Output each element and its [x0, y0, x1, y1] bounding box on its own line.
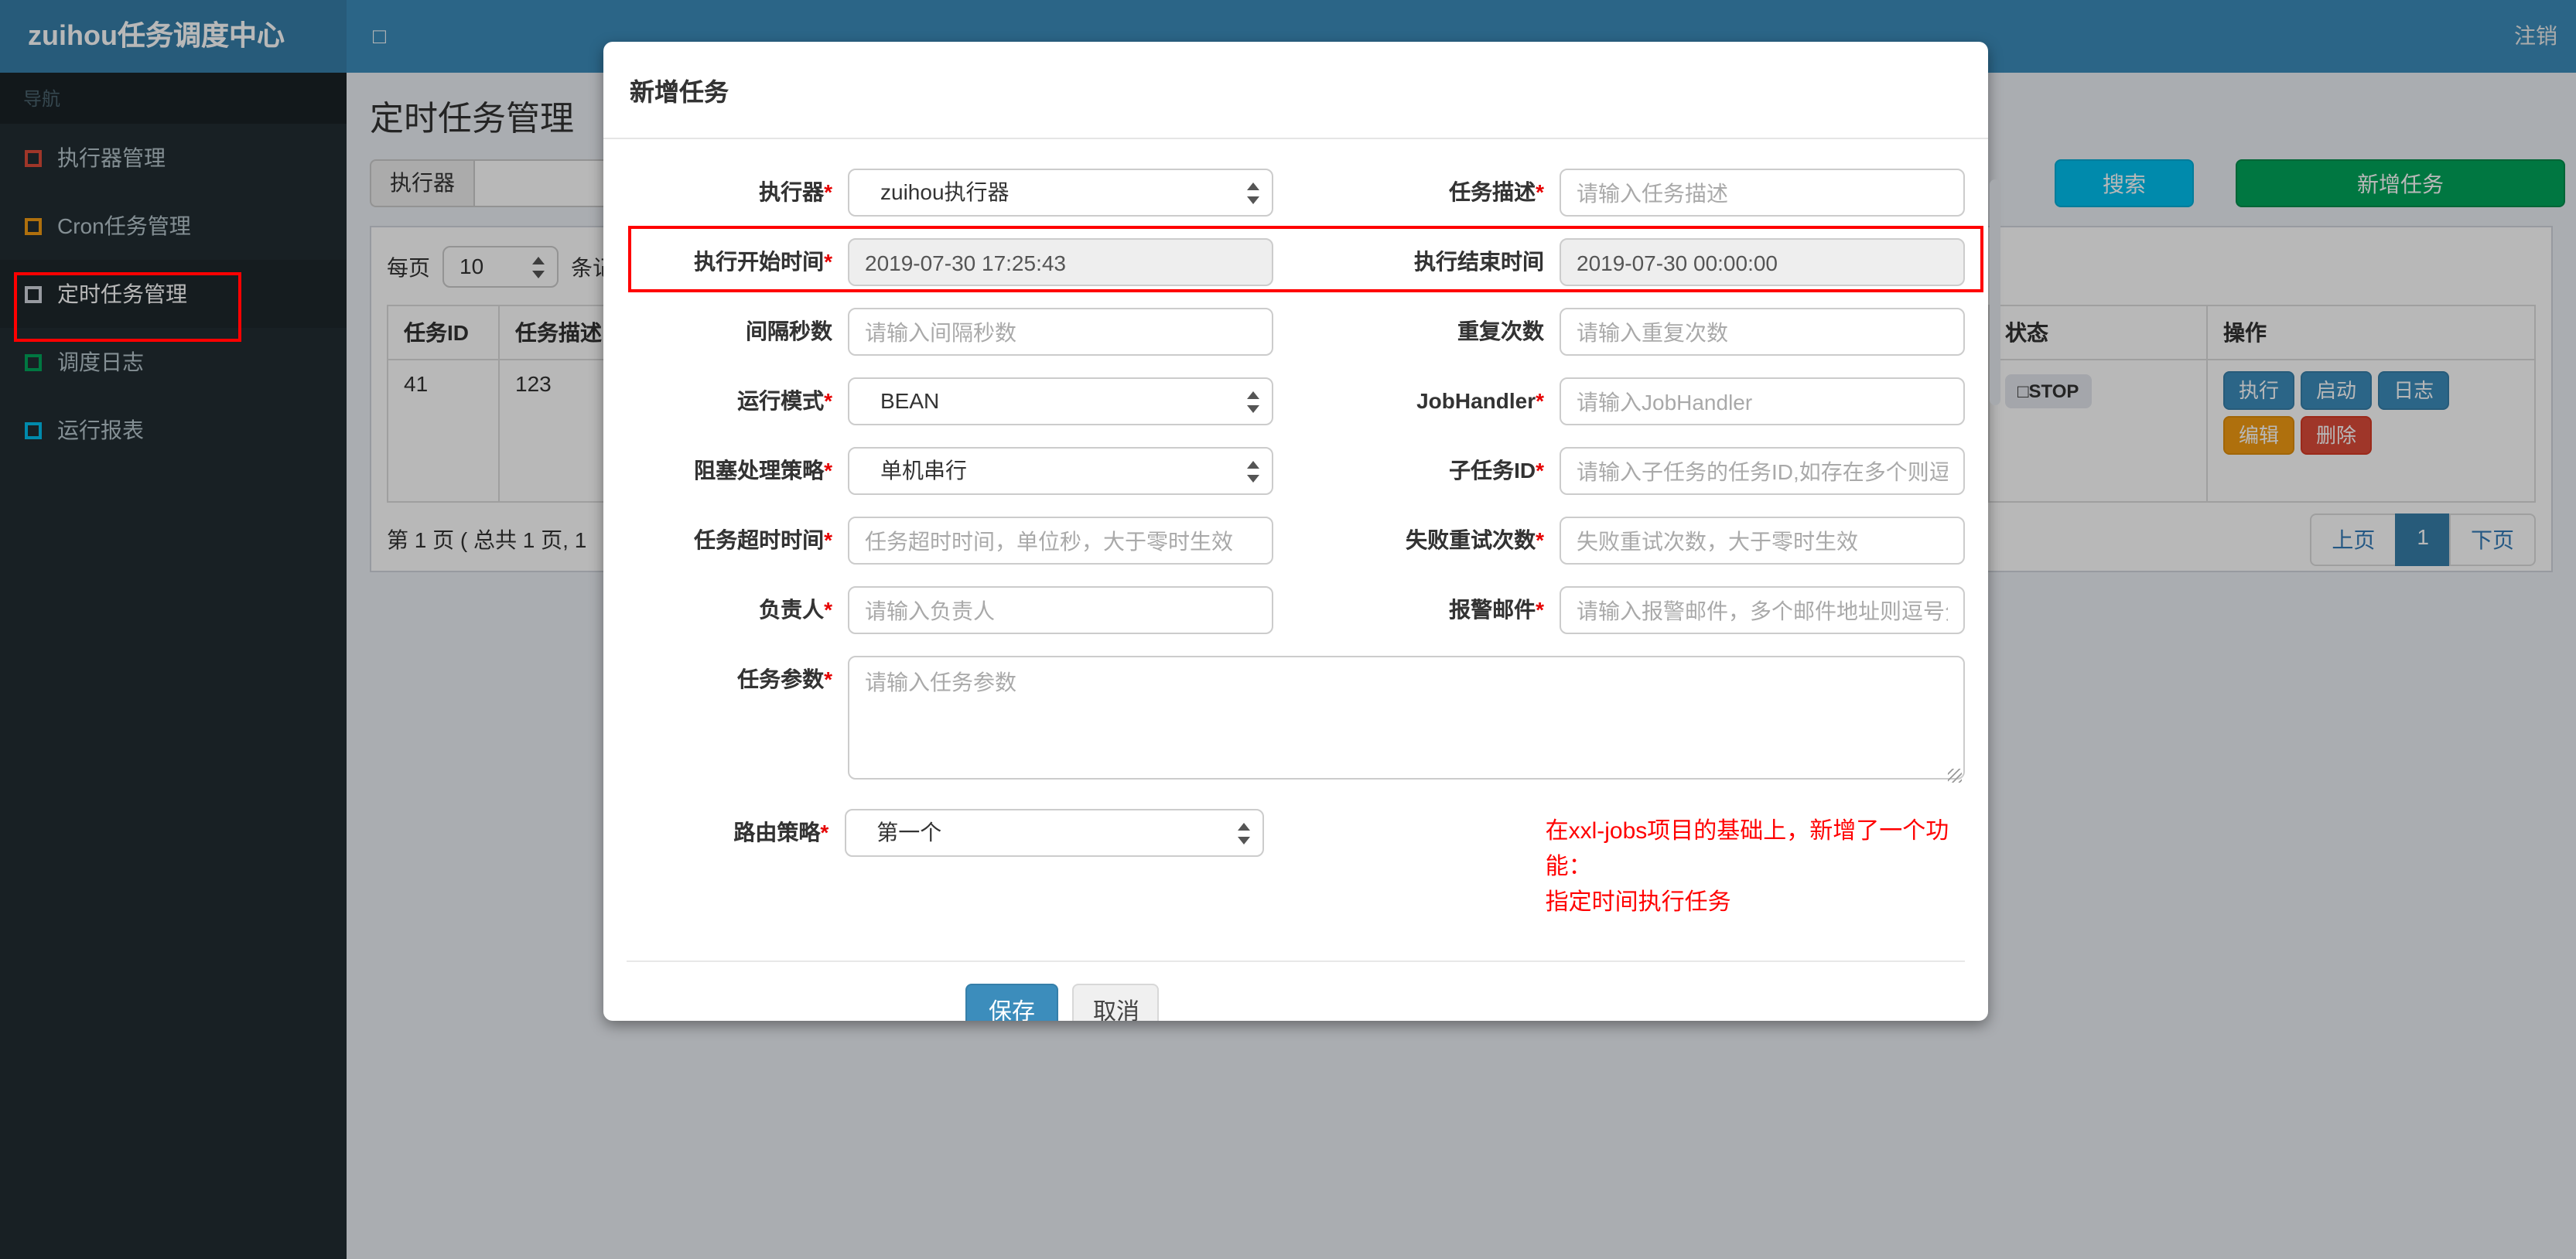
form-row-job-params: 任务参数* — [603, 656, 1988, 787]
end-time-label: 执行结束时间 — [1414, 249, 1544, 274]
block-strategy-label: 阻塞处理策略* — [694, 458, 832, 483]
executor-select[interactable]: zuihou执行器 — [848, 169, 1273, 217]
interval-seconds-label: 间隔秒数 — [746, 319, 832, 343]
form-row-executor-desc: 执行器* zuihou执行器 任务描述* — [603, 169, 1988, 217]
form-row-owner-email: 负责人* 报警邮件* — [603, 586, 1988, 634]
modal-header: 新增任务 — [603, 42, 1988, 139]
repeat-count-label: 重复次数 — [1457, 319, 1544, 343]
modal-footer: 保存 取消 — [603, 984, 1988, 1021]
run-mode-label: 运行模式* — [737, 388, 832, 413]
alarm-email-input[interactable] — [1560, 586, 1965, 634]
block-strategy-select[interactable]: 单机串行 — [848, 447, 1273, 495]
modal-scrollbar-thumb[interactable] — [1990, 179, 2000, 405]
start-time-input[interactable] — [848, 238, 1273, 286]
timeout-label: 任务超时时间* — [694, 527, 832, 552]
timeout-input[interactable] — [848, 517, 1273, 565]
modal-body: 执行器* zuihou执行器 任务描述* 执行开始时间* 执行结束时间 间隔秒数… — [603, 139, 1988, 1021]
form-row-runmode-handler: 运行模式* BEAN JobHandler* — [603, 377, 1988, 425]
fail-retry-label: 失败重试次数* — [1406, 527, 1544, 552]
feature-note-text: 在xxl-jobs项目的基础上，新增了一个功能： 指定时间执行任务 — [1545, 818, 1949, 916]
fail-retry-input[interactable] — [1560, 517, 1965, 565]
run-mode-select[interactable]: BEAN — [848, 377, 1273, 425]
executor-label: 执行器* — [759, 179, 832, 204]
form-row-interval-repeat: 间隔秒数 重复次数 — [603, 308, 1988, 356]
add-job-modal: 新增任务 执行器* zuihou执行器 任务描述* 执行开始时间* 执行结束时间… — [603, 42, 1988, 1021]
jobhandler-label: JobHandler* — [1416, 388, 1544, 413]
start-time-label: 执行开始时间* — [694, 249, 832, 274]
job-params-textarea[interactable] — [848, 656, 1965, 780]
form-row-route-strategy: 路由策略* 第一个 在xxl-jobs项目的基础上，新增了一个功能： 指定时间执… — [603, 809, 1988, 920]
end-time-input[interactable] — [1560, 238, 1965, 286]
job-params-label: 任务参数* — [737, 667, 832, 691]
jobhandler-input[interactable] — [1560, 377, 1965, 425]
resize-grip-icon[interactable] — [1948, 769, 1962, 783]
repeat-count-input[interactable] — [1560, 308, 1965, 356]
route-strategy-select[interactable]: 第一个 — [844, 809, 1264, 857]
job-desc-label: 任务描述* — [1449, 179, 1544, 204]
select-arrows-icon — [1247, 391, 1259, 412]
save-button[interactable]: 保存 — [965, 984, 1059, 1021]
owner-input[interactable] — [848, 586, 1273, 634]
form-row-block-childjob: 阻塞处理策略* 单机串行 子任务ID* — [603, 447, 1988, 495]
modal-title: 新增任务 — [630, 80, 729, 107]
form-row-timeout-retry: 任务超时时间* 失败重试次数* — [603, 517, 1988, 565]
child-job-id-input[interactable] — [1560, 447, 1965, 495]
interval-seconds-input[interactable] — [848, 308, 1273, 356]
child-job-id-label: 子任务ID* — [1449, 458, 1544, 483]
form-row-start-end-time: 执行开始时间* 执行结束时间 — [603, 238, 1988, 286]
cancel-button[interactable]: 取消 — [1072, 984, 1160, 1021]
app-window: zuihou任务调度中心 □ 注销 导航 执行器管理 Cron任务管理 定时任务… — [0, 0, 2576, 1259]
alarm-email-label: 报警邮件* — [1449, 597, 1544, 622]
select-arrows-icon — [1247, 460, 1259, 482]
job-desc-input[interactable] — [1560, 169, 1965, 217]
select-arrows-icon — [1237, 822, 1250, 844]
select-arrows-icon — [1247, 182, 1259, 203]
route-strategy-label: 路由策略* — [733, 820, 829, 844]
owner-label: 负责人* — [759, 597, 832, 622]
footer-divider — [627, 960, 1965, 962]
